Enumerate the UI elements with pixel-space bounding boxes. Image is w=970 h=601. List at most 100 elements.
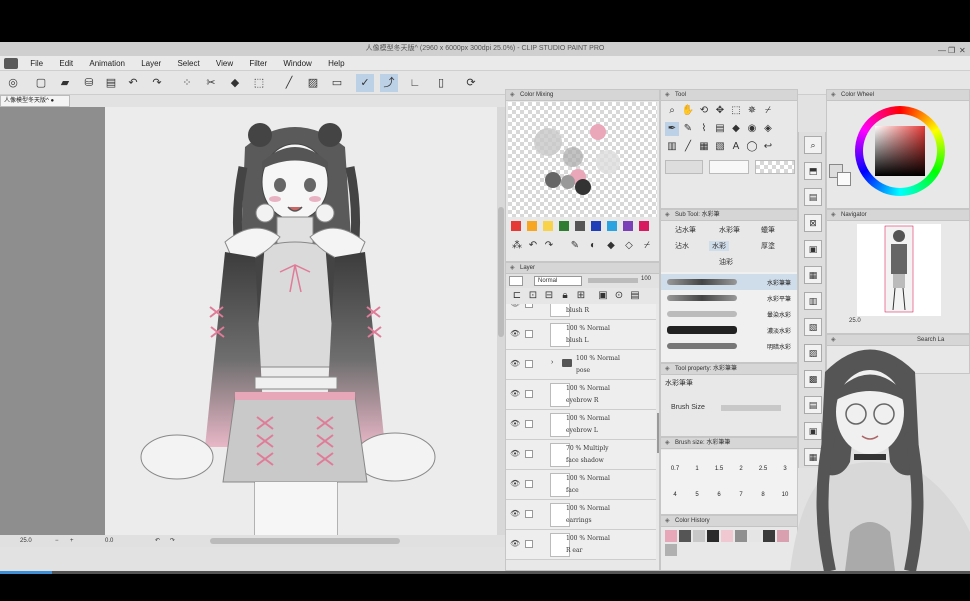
snap-ruler-icon[interactable]: ✓ <box>356 74 374 92</box>
menu-view[interactable]: View <box>209 56 240 71</box>
eye-icon[interactable]: 👁︎ <box>510 389 520 398</box>
close-panel-icon[interactable]: ⊠ <box>804 214 822 232</box>
brush-size-option[interactable]: 4 <box>665 492 685 498</box>
fill-icon[interactable]: ◆ <box>226 74 244 92</box>
airbrush-tool-icon[interactable]: ▤ <box>713 122 727 136</box>
layer-row[interactable]: 👁︎ blush R <box>506 304 656 320</box>
layer-row[interactable]: 👁︎ 100 % Normal eyebrow L <box>506 410 656 440</box>
swatch-yellow[interactable] <box>543 221 553 231</box>
mixing-blend-icon[interactable]: ◐ <box>586 239 600 253</box>
rotate-left-icon[interactable]: ↶ <box>155 535 160 547</box>
eye-icon[interactable]: 👁︎ <box>510 359 520 368</box>
layer-property-icon[interactable]: ▤ <box>804 188 822 206</box>
balloon-tool-icon[interactable]: ◯ <box>745 140 759 154</box>
snap-special-icon[interactable]: ⤴ <box>380 74 398 92</box>
layer-row[interactable]: 👁︎ 100 % Normal eyebrow R <box>506 380 656 410</box>
brush-size-option[interactable]: 5 <box>687 492 707 498</box>
layer-color-icon[interactable] <box>509 276 523 286</box>
brush-size-option[interactable]: 6 <box>709 492 729 498</box>
eye-icon[interactable]: 👁︎ <box>510 304 520 308</box>
layer-row[interactable]: 👁︎ 100 % Normal earrings <box>506 500 656 530</box>
mixing-undo-icon[interactable]: ↶ <box>526 239 540 253</box>
layer-checkbox[interactable] <box>525 304 533 308</box>
document-tab[interactable]: 人像模型冬天版^ ● <box>0 95 70 107</box>
brush-size-option[interactable]: 0.7 <box>665 466 685 472</box>
menu-edit[interactable]: Edit <box>52 56 80 71</box>
move-tool-icon[interactable]: ✥ <box>713 104 727 118</box>
transparent-color-box[interactable] <box>755 160 795 174</box>
brush-item-active[interactable]: 水彩筆筆 <box>661 274 797 290</box>
blend-tool-icon[interactable]: ◉ <box>745 122 759 136</box>
transform-icon[interactable]: ⬚ <box>250 74 268 92</box>
brush-size-option[interactable]: 2 <box>731 466 751 472</box>
saturation-value-square[interactable] <box>875 126 925 176</box>
mixing-redo-icon[interactable]: ↷ <box>542 239 556 253</box>
menu-file[interactable]: File <box>23 56 50 71</box>
layer-checkbox[interactable] <box>525 540 533 548</box>
layer-checkbox[interactable] <box>525 510 533 518</box>
brush-size-option[interactable]: 1 <box>687 466 707 472</box>
layer-folder-row[interactable]: 👁︎ › 100 % Normal pose <box>506 350 656 380</box>
panel-icon[interactable]: ▦ <box>804 266 822 284</box>
frame-tool-icon[interactable]: ▦ <box>697 140 711 154</box>
line-icon[interactable]: ╱ <box>280 74 298 92</box>
brush-item[interactable]: 水彩平筆 <box>661 290 797 306</box>
menu-animation[interactable]: Animation <box>82 56 132 71</box>
mixing-eraser-icon[interactable]: ◇ <box>622 239 636 253</box>
material-icon[interactable]: ⬒ <box>804 162 822 180</box>
mixing-dropper-icon[interactable]: ⌿ <box>640 239 654 253</box>
figure-tool-icon[interactable]: ╱ <box>681 140 695 154</box>
lock-alpha-icon[interactable]: ⊞ <box>574 289 588 303</box>
reference-layer-icon[interactable]: ⊡ <box>526 289 540 303</box>
menu-filter[interactable]: Filter <box>242 56 274 71</box>
brush-item[interactable]: 暈染水彩 <box>661 306 797 322</box>
history-swatch[interactable] <box>665 530 677 542</box>
text-tool-icon[interactable]: A <box>729 140 743 154</box>
panel-icon[interactable]: ▣ <box>804 240 822 258</box>
rotate-right-icon[interactable]: ↷ <box>170 535 175 547</box>
search-icon[interactable]: ⌕ <box>804 136 822 154</box>
layer-checkbox[interactable] <box>525 360 533 368</box>
video-progress-bar[interactable] <box>0 571 970 574</box>
menu-layer[interactable]: Layer <box>134 56 168 71</box>
pencil-tool-icon[interactable]: ✎ <box>681 122 695 136</box>
scrollbar-thumb[interactable] <box>498 207 504 337</box>
horizontal-scrollbar[interactable] <box>210 538 400 544</box>
swatch-cyan[interactable] <box>607 221 617 231</box>
mixing-pen-icon[interactable]: ✎ <box>568 239 582 253</box>
zoom-out-icon[interactable]: − <box>55 535 59 547</box>
swatch-purple[interactable] <box>623 221 633 231</box>
frame-icon[interactable]: ▭ <box>328 74 346 92</box>
layer-checkbox[interactable] <box>525 450 533 458</box>
share-icon[interactable]: ⟳ <box>462 74 480 92</box>
mixing-brush-icon[interactable]: ⁂ <box>510 239 524 253</box>
deselect-icon[interactable]: ⁘ <box>178 74 196 92</box>
navigator-preview[interactable] <box>857 224 941 316</box>
opacity-slider[interactable] <box>588 278 638 283</box>
subtool-tab-pen[interactable]: 沾水筆 <box>675 225 696 235</box>
angle-value[interactable]: 0.0 <box>105 535 113 547</box>
subtool-tab-thick[interactable]: 厚塗 <box>761 241 775 251</box>
swatch-red[interactable] <box>511 221 521 231</box>
history-swatch[interactable] <box>679 530 691 542</box>
history-swatch[interactable] <box>749 530 761 542</box>
sub-color-chip[interactable] <box>837 172 851 186</box>
canvas-area[interactable] <box>0 107 505 535</box>
select-tool-icon[interactable]: ⬚ <box>729 104 743 118</box>
clip-icon[interactable]: ▯ <box>432 74 450 92</box>
brush-size-option[interactable]: 1.5 <box>709 466 729 472</box>
subtool-tab-oil[interactable]: 油彩 <box>719 257 733 267</box>
brush-tool-icon[interactable]: ⌇ <box>697 122 711 136</box>
blend-mode-select[interactable]: Normal <box>534 276 582 286</box>
layer-checkbox[interactable] <box>525 480 533 488</box>
panel-icon[interactable]: ▥ <box>804 292 822 310</box>
link-icon[interactable]: ⊙ <box>612 289 626 303</box>
main-color-box[interactable] <box>665 160 703 174</box>
mask-icon[interactable]: ▣ <box>596 289 610 303</box>
open-file-icon[interactable]: ▰ <box>56 74 74 92</box>
pen-tool-icon[interactable]: ✒ <box>665 122 679 136</box>
eraser-tool-icon[interactable]: ◆ <box>729 122 743 136</box>
sub-color-box[interactable] <box>709 160 749 174</box>
export-icon[interactable]: ▤ <box>102 74 120 92</box>
swatch-magenta[interactable] <box>639 221 649 231</box>
